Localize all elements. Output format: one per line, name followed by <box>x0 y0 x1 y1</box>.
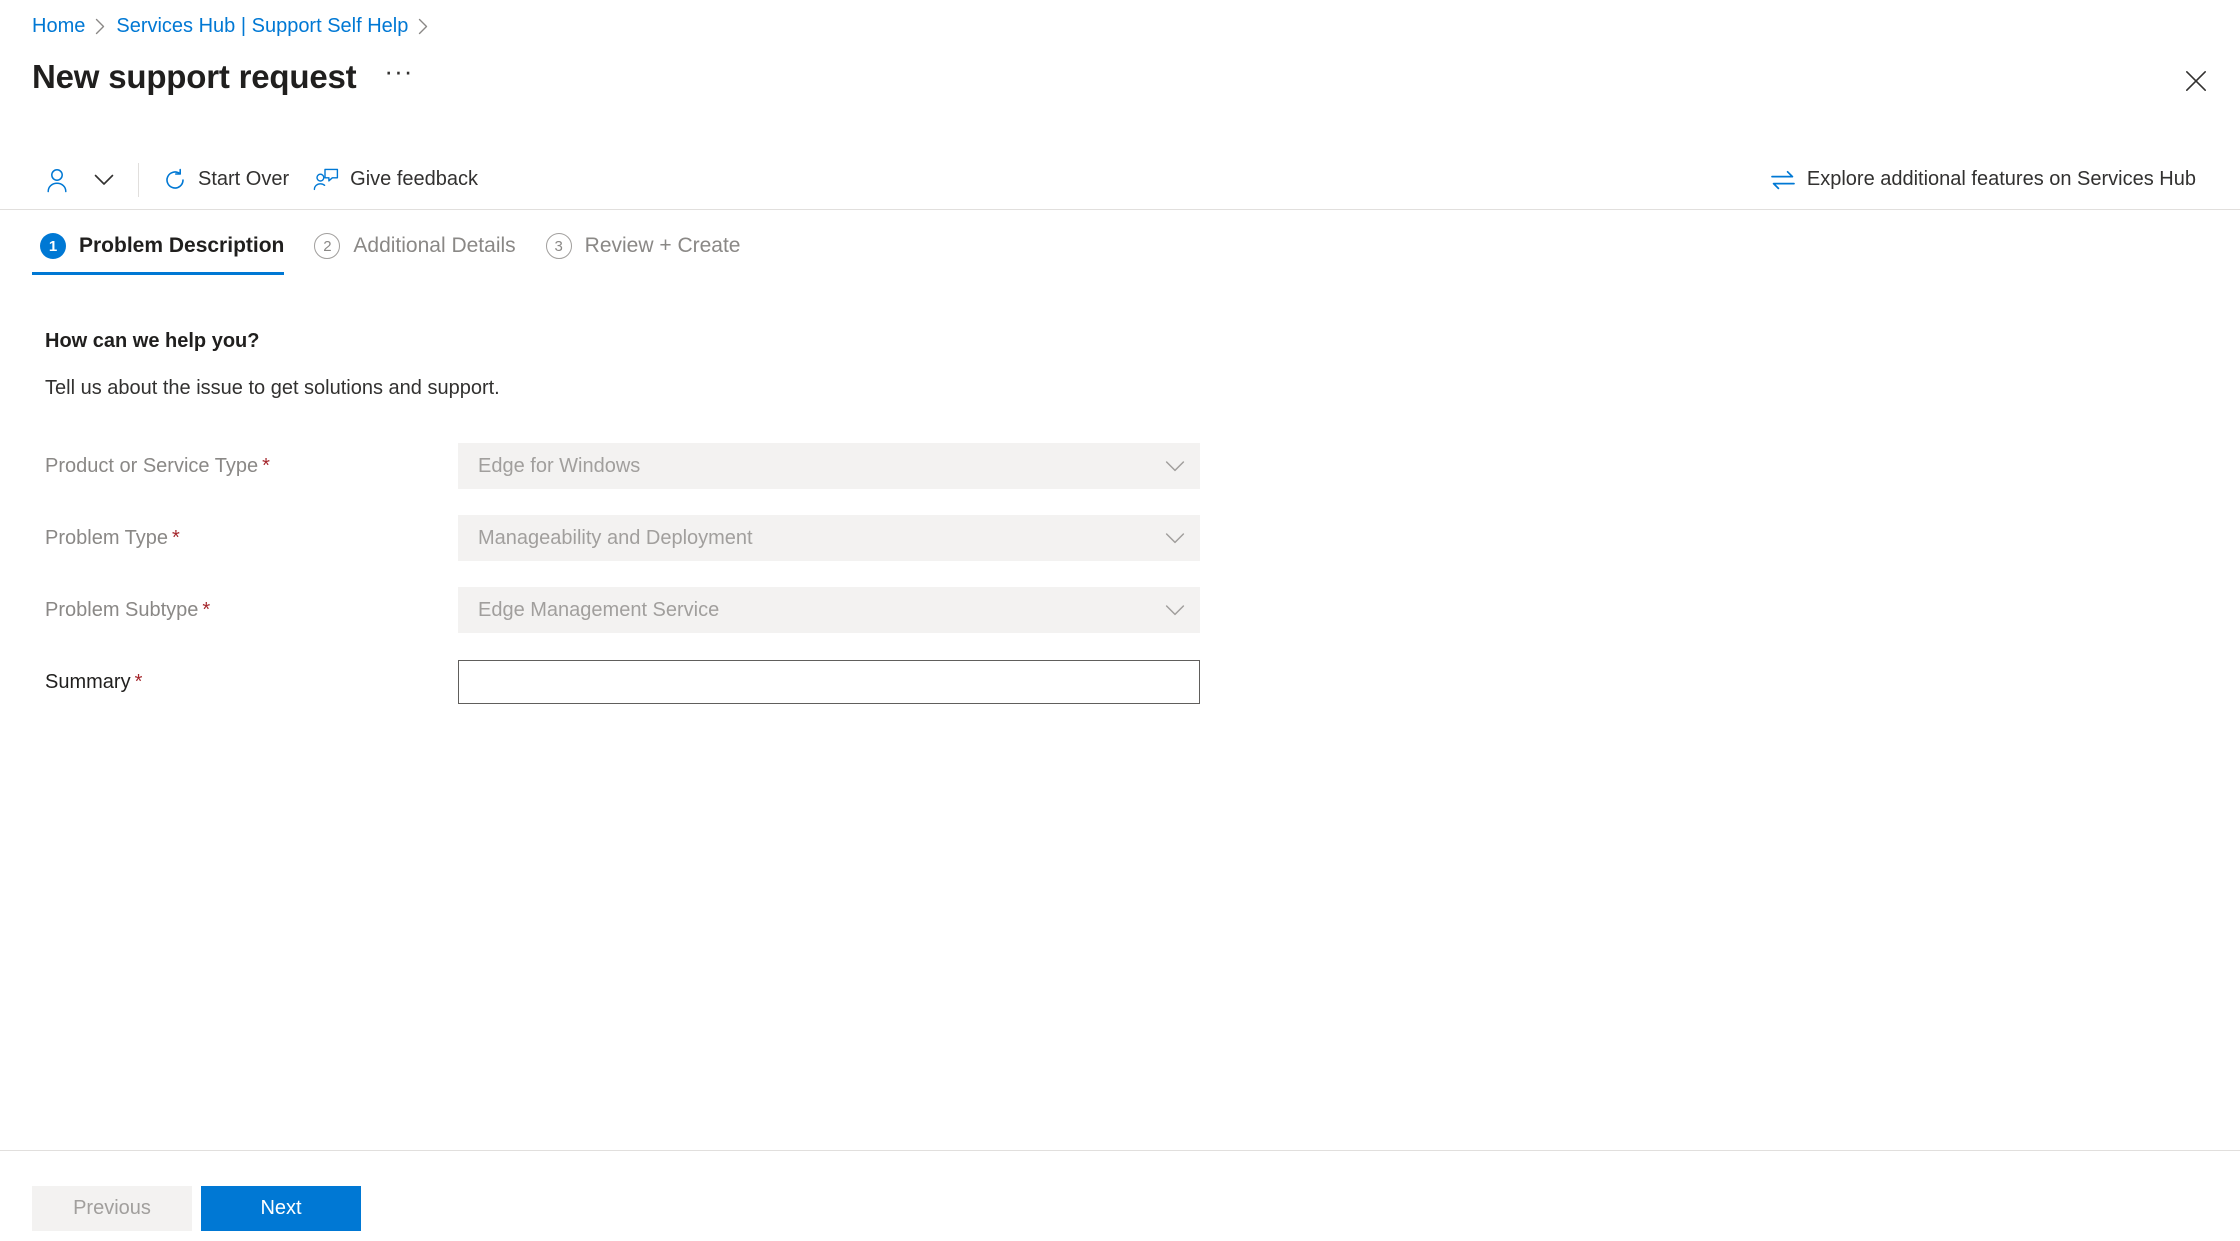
section-subtext: Tell us about the issue to get solutions… <box>45 377 500 399</box>
breadcrumb-item-home[interactable]: Home <box>32 13 85 39</box>
field-problem-type: Problem Type * Manageability and Deployme… <box>45 502 1205 574</box>
field-label-product-or-service-type: Product or Service Type * <box>45 455 458 478</box>
explore-services-hub-button[interactable]: Explore additional features on Services … <box>1758 159 2208 201</box>
step-badge-1: 1 <box>40 233 66 259</box>
dropdown-value-problem-subtype: Edge Management Service <box>478 598 720 621</box>
dropdown-problem-subtype[interactable]: Edge Management Service <box>458 587 1200 633</box>
field-label-problem-type: Problem Type * <box>45 527 458 550</box>
title-row: New support request ··· <box>32 56 419 98</box>
dropdown-value-product-or-service-type: Edge for Windows <box>478 454 641 477</box>
command-bar-separator <box>138 162 139 197</box>
tab-review-create[interactable]: 3 Review + Create <box>538 225 763 275</box>
control-product-or-service-type: Edge for Windows <box>458 443 1200 489</box>
explore-services-hub-label: Explore additional features on Services … <box>1806 168 2196 190</box>
field-label-text: Problem Subtype <box>45 598 199 621</box>
control-summary <box>458 660 1200 704</box>
tab-additional-details[interactable]: 2 Additional Details <box>306 225 537 275</box>
close-icon <box>2185 70 2207 97</box>
step-badge-3: 3 <box>545 233 572 259</box>
give-feedback-label: Give feedback <box>350 168 478 190</box>
command-bar: Start Over Give feedback Explore additio… <box>0 150 2240 210</box>
breadcrumb-item-services-hub[interactable]: Services Hub | Support Self Help <box>116 13 408 39</box>
control-problem-type: Manageability and Deployment <box>458 515 1200 561</box>
more-options-icon[interactable]: ··· <box>378 57 419 85</box>
chevron-down-icon <box>1165 532 1185 545</box>
footer-divider <box>0 1150 2240 1151</box>
page-title: New support request <box>32 58 357 95</box>
field-problem-subtype: Problem Subtype * Edge Management Service <box>45 574 1205 646</box>
give-feedback-button[interactable]: Give feedback <box>301 159 490 201</box>
step-badge-2: 2 <box>314 233 341 259</box>
control-problem-subtype: Edge Management Service <box>458 587 1200 633</box>
problem-description-form: Product or Service Type * Edge for Window… <box>45 430 1205 718</box>
next-button[interactable]: Next <box>201 1186 361 1231</box>
section-heading: How can we help you? <box>45 330 260 352</box>
field-label-text: Product or Service Type <box>45 454 259 477</box>
tab-problem-description-label: Problem Description <box>79 234 285 257</box>
dropdown-product-or-service-type[interactable]: Edge for Windows <box>458 443 1200 489</box>
required-asterisk: * <box>202 598 211 621</box>
command-bar-right: Explore additional features on Services … <box>1758 150 2208 209</box>
start-over-label: Start Over <box>198 168 290 190</box>
swap-arrows-icon <box>1770 170 1796 190</box>
feedback-person-icon <box>313 168 339 192</box>
tab-review-create-label: Review + Create <box>584 234 741 257</box>
contact-dropdown-button[interactable] <box>82 159 126 201</box>
dropdown-problem-type[interactable]: Manageability and Deployment <box>458 515 1200 561</box>
required-asterisk: * <box>134 670 143 693</box>
required-asterisk: * <box>172 526 180 549</box>
contact-button[interactable] <box>32 159 82 201</box>
tab-problem-description[interactable]: 1 Problem Description <box>32 225 306 275</box>
close-button[interactable] <box>2175 62 2217 104</box>
contact-person-icon <box>44 167 70 193</box>
chevron-down-icon <box>1165 604 1185 617</box>
chevron-right-icon <box>95 18 106 35</box>
start-over-button[interactable]: Start Over <box>151 159 301 201</box>
field-label-problem-subtype: Problem Subtype * <box>45 599 458 622</box>
field-product-or-service-type: Product or Service Type * Edge for Window… <box>45 430 1205 502</box>
field-summary: Summary * <box>45 646 1205 718</box>
chevron-right-icon <box>418 18 429 35</box>
chevron-down-icon <box>1165 460 1185 473</box>
wizard-footer: Previous Next <box>32 1186 361 1231</box>
refresh-icon <box>163 168 187 192</box>
field-label-summary: Summary * <box>45 671 458 694</box>
dropdown-value-problem-type: Manageability and Deployment <box>478 526 753 549</box>
command-bar-left: Start Over Give feedback <box>32 150 490 209</box>
field-label-text: Problem Type <box>45 526 169 549</box>
breadcrumb: Home Services Hub | Support Self Help <box>32 13 429 39</box>
wizard-steps: 1 Problem Description 2 Additional Detai… <box>32 225 762 275</box>
required-asterisk: * <box>262 454 270 477</box>
chevron-down-icon <box>94 173 114 187</box>
support-request-blade: Home Services Hub | Support Self Help Ne… <box>0 0 2240 1241</box>
field-label-text: Summary <box>45 670 131 693</box>
summary-input[interactable] <box>458 660 1200 704</box>
tab-additional-details-label: Additional Details <box>353 234 516 257</box>
previous-button[interactable]: Previous <box>32 1186 192 1231</box>
